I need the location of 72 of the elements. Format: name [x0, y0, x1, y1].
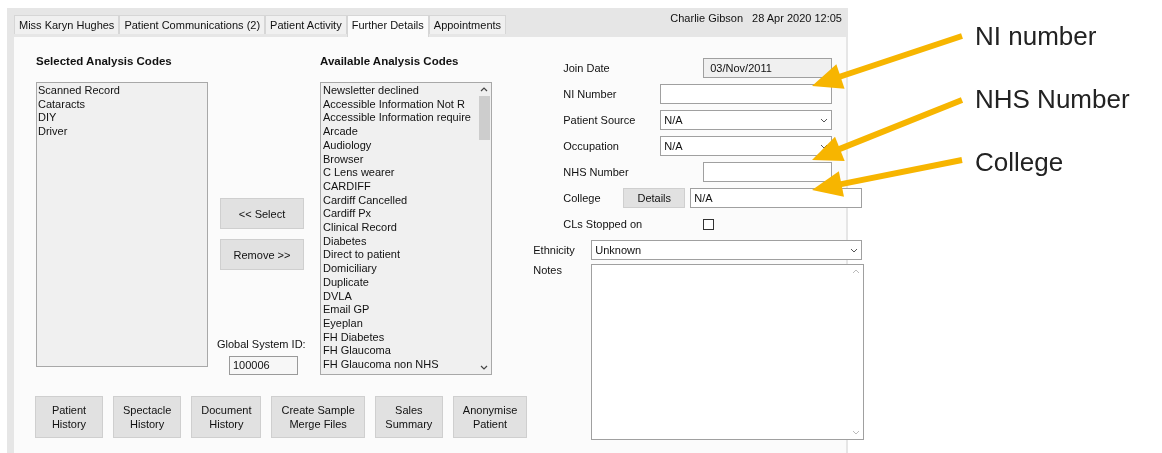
details-button[interactable]: Details [623, 188, 686, 208]
list-item[interactable]: C Lens wearer [323, 166, 477, 180]
field-label: Join Date [562, 62, 611, 74]
dropdown[interactable]: N/A [660, 110, 833, 130]
user-name: Charlie Gibson [670, 12, 744, 24]
list-item[interactable]: Cataracts [38, 97, 207, 112]
list-item[interactable]: Newsletter declined [323, 84, 477, 98]
chevron-down-icon [820, 117, 829, 123]
list-item[interactable]: FH Diabetes [323, 330, 477, 345]
available-codes-list[interactable] [320, 82, 492, 375]
action-button[interactable]: Document History [191, 396, 262, 438]
tab[interactable]: Further Details [346, 15, 429, 37]
id-field[interactable]: 100006 [229, 356, 298, 375]
field-label: CLs Stopped on [562, 218, 644, 230]
field-label: NI Number [562, 88, 618, 100]
action-button[interactable]: Patient History [35, 396, 103, 438]
list-item[interactable]: Direct to patient [323, 248, 477, 263]
list-item[interactable]: Duplicate [323, 275, 477, 290]
text-field[interactable] [703, 162, 833, 182]
selected-codes-list[interactable]: Scanned Record Cataracts DIY Driver [36, 82, 208, 367]
date-field[interactable]: 03/Nov/2011 [703, 58, 833, 78]
list-item[interactable]: FH Glaucoma non NHS [323, 358, 477, 372]
action-button[interactable]: Sales Summary [374, 396, 443, 438]
scroll-down-icon[interactable] [480, 365, 488, 370]
field-label: Ethnicity [533, 244, 576, 256]
list-item[interactable]: Arcade [323, 125, 477, 139]
list-item[interactable]: Accessible Information Not R [323, 97, 477, 112]
callout-label: NHS Number [975, 83, 1130, 116]
text-field[interactable] [660, 84, 833, 104]
dropdown[interactable]: N/A [660, 136, 833, 156]
tab[interactable]: Patient Communications (2) [119, 15, 266, 34]
action-button[interactable]: Spectacle History [113, 396, 182, 438]
callout-label: College [975, 146, 1065, 179]
tab[interactable]: Miss Karyn Hughes [14, 15, 120, 34]
list-item[interactable]: CARDIFF [323, 179, 477, 194]
field-label: Global System ID: [217, 338, 304, 350]
chevron-down-icon [850, 247, 859, 253]
section-title: Selected Analysis Codes [36, 55, 173, 69]
checkbox[interactable] [703, 218, 715, 230]
list-item[interactable]: Cardiff Px [323, 207, 477, 222]
field-label: Patient Source [562, 114, 637, 126]
date-time: 28 Apr 2020 12:05 [752, 12, 842, 24]
list-item[interactable]: Audiology [323, 138, 477, 153]
list-item[interactable]: Email GP [323, 303, 477, 317]
field-label: Occupation [562, 140, 620, 152]
field-label: Notes [533, 264, 563, 276]
dropdown[interactable]: N/A [690, 188, 863, 208]
list-item[interactable]: Driver [38, 125, 207, 139]
list-item[interactable]: Diabetes [323, 234, 477, 249]
callout-label: NI number [975, 20, 1098, 53]
action-button[interactable]: Create Sample Merge Files [271, 396, 365, 438]
list-item[interactable]: Accessible Information require [323, 111, 477, 126]
list-item[interactable]: Cardiff Cancelled [323, 193, 477, 208]
list-item[interactable]: DIY [38, 111, 207, 126]
field-label: College [562, 192, 602, 204]
list-item[interactable]: DVLA [323, 289, 477, 304]
section-title: Available Analysis Codes [320, 55, 460, 69]
list-item[interactable]: Scanned Record [38, 84, 207, 98]
action-button[interactable]: Anonymise Patient [452, 396, 528, 438]
tab[interactable]: Patient Activity [265, 15, 347, 34]
move-button[interactable]: Remove >> [220, 239, 304, 270]
field-label: NHS Number [562, 166, 630, 178]
list-item[interactable]: Domiciliary [323, 262, 477, 276]
dropdown[interactable]: Unknown [591, 240, 863, 260]
move-button[interactable]: << Select [220, 198, 304, 229]
list-item[interactable]: Clinical Record [323, 221, 477, 235]
list-item[interactable]: Eyeplan [323, 316, 477, 331]
tab[interactable]: Appointments [428, 15, 507, 34]
scroll-thumb[interactable] [478, 96, 490, 140]
list-item[interactable]: FH Glaucoma [323, 344, 477, 359]
list-item[interactable]: Browser [323, 152, 477, 167]
scroll-up-icon[interactable] [480, 87, 488, 92]
